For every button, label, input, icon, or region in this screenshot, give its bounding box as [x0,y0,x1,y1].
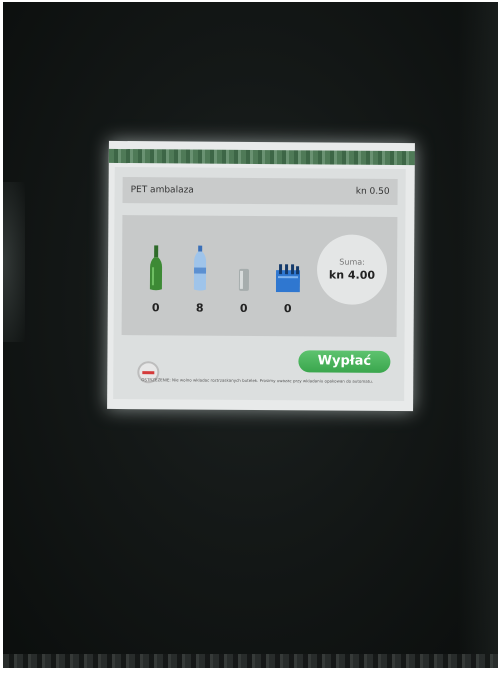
pay-button[interactable]: Wypłać [298,350,391,373]
screen: PET ambalaza kn 0.50 0 8 0 0 Suma: kn 4.… [113,166,406,402]
glass-bottle-icon [149,245,163,291]
bottom-edge [3,654,498,668]
display-top-strip [108,148,415,166]
sum-display: Suma: kn 4.00 [316,234,388,305]
plastic-bottle-icon [193,245,207,291]
can-icon [238,268,250,291]
items-list: 0 8 0 0 [144,245,301,316]
minus-icon [142,370,155,374]
plastic-bottle-count: 8 [195,301,204,315]
item-plastic-bottle: 8 [188,245,212,315]
item-can: 0 [232,268,256,315]
can-count: 0 [239,301,248,315]
items-panel: 0 8 0 0 Suma: kn 4.00 [121,215,398,337]
product-label: PET ambalaza [130,185,194,196]
item-glass-bottle: 0 [144,245,168,314]
photo-background: PET ambalaza kn 0.50 0 8 0 0 Suma: kn 4.… [3,2,498,668]
wall-edge [458,2,498,668]
kiosk-display: PET ambalaza kn 0.50 0 8 0 0 Suma: kn 4.… [107,140,415,412]
warning-text: OSTRZEZENIE: Nie wolno wkladac roztrzask… [141,377,374,384]
crate-icon [275,264,301,293]
glass-bottle-count: 0 [151,301,160,315]
item-crate: 0 [275,264,301,316]
reflection [3,182,25,342]
price-row: PET ambalaza kn 0.50 [122,177,398,205]
sum-label: Suma: [339,257,365,267]
crate-count: 0 [283,302,292,316]
sum-value: kn 4.00 [328,268,376,282]
unit-price: kn 0.50 [355,186,390,197]
